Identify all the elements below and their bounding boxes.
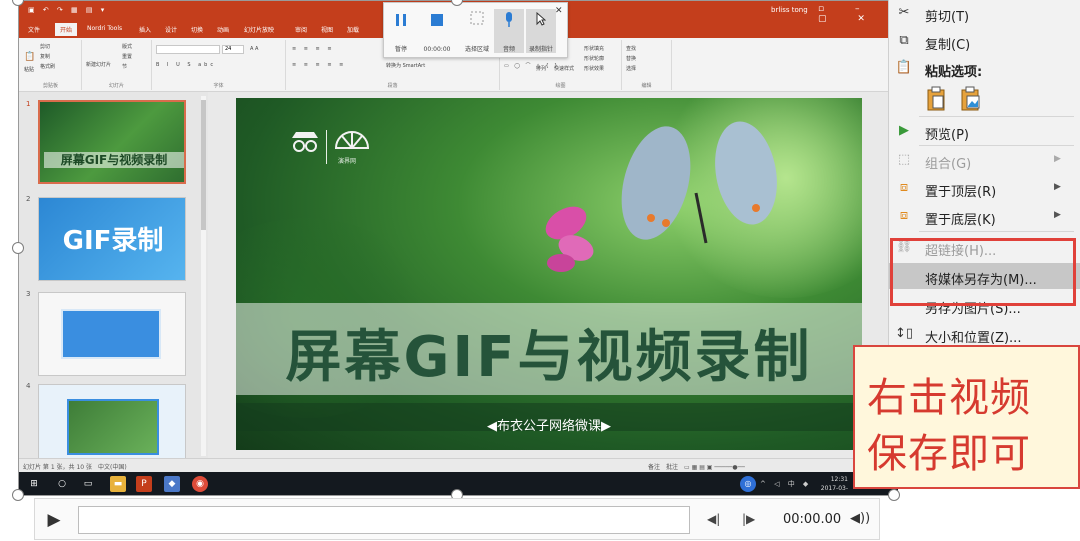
menu-separator <box>919 116 1074 117</box>
play-icon[interactable]: ▶ <box>43 509 65 531</box>
submenu-arrow-icon: ▶ <box>1054 210 1061 220</box>
send-to-back-icon: ⧈ <box>899 208 909 223</box>
skip-back-icon[interactable]: ◀| <box>707 512 720 526</box>
menu-item-bring-to-front[interactable]: ⧈ 置于顶层(R) ▶ <box>889 175 1080 201</box>
resize-handle[interactable] <box>12 242 24 254</box>
menu-item-size-and-position[interactable]: ↕▯ 大小和位置(Z)... <box>889 321 1080 347</box>
clipboard-icon: 📋 <box>895 60 913 75</box>
scissors-icon: ✂ <box>898 5 910 20</box>
resize-handle[interactable] <box>12 489 24 501</box>
resize-handle[interactable] <box>888 489 900 501</box>
menu-item-send-to-back[interactable]: ⧈ 置于底层(K) ▶ <box>889 203 1080 229</box>
menu-item-cut[interactable]: ✂ 剪切(T) <box>889 0 1080 26</box>
skip-forward-icon[interactable]: |▶ <box>742 512 755 526</box>
paste-picture-icon[interactable] <box>959 86 983 112</box>
menu-item-label: 预览(P) <box>925 128 969 143</box>
highlight-outline <box>890 238 1076 306</box>
group-icon: ⬚ <box>897 152 911 167</box>
menu-separator <box>919 231 1074 232</box>
menu-item-copy[interactable]: ⧉ 复制(C) <box>889 28 1080 54</box>
menu-item-preview[interactable]: ▶ 预览(P) <box>889 118 1080 144</box>
menu-item-label: 组合(G) <box>925 157 972 172</box>
bring-to-front-icon: ⧈ <box>899 180 909 195</box>
copy-icon: ⧉ <box>899 33 909 48</box>
media-time: 00:00.00 <box>783 512 842 527</box>
menu-item-label: 置于底层(K) <box>925 213 996 228</box>
instruction-callout: 右击视频 保存即可 <box>853 345 1080 489</box>
submenu-arrow-icon: ▶ <box>1054 182 1061 192</box>
submenu-arrow-icon: ▶ <box>1054 154 1061 164</box>
menu-item-label: 置于顶层(R) <box>925 185 997 200</box>
menu-item-label: 粘贴选项: <box>925 65 983 80</box>
media-controls-bar: ▶ ◀| |▶ 00:00.00 ◀)) <box>34 498 880 540</box>
video-selection-outline <box>18 0 895 496</box>
menu-item-group: ⬚ 组合(G) ▶ <box>889 147 1080 173</box>
menu-item-label: 复制(C) <box>925 38 971 53</box>
play-icon: ▶ <box>899 123 909 138</box>
menu-item-label: 剪切(T) <box>925 10 970 25</box>
callout-line-2: 保存即可 <box>867 431 1031 477</box>
size-position-icon: ↕▯ <box>895 326 914 341</box>
menu-item-label: 大小和位置(Z)... <box>925 331 1022 346</box>
volume-icon[interactable]: ◀)) <box>850 511 870 526</box>
paste-keep-source-icon[interactable] <box>925 86 949 112</box>
menu-item-paste-options: 📋 粘贴选项: <box>889 55 1080 81</box>
screen: ▣ ↶ ↷ ▦ ▤ ▾ brliss tong ▫ – ▢ ✕ 文件 开始 No… <box>0 0 1080 541</box>
callout-line-1: 右击视频 <box>867 375 1031 421</box>
menu-separator <box>919 145 1074 146</box>
media-timeline[interactable] <box>78 506 690 534</box>
